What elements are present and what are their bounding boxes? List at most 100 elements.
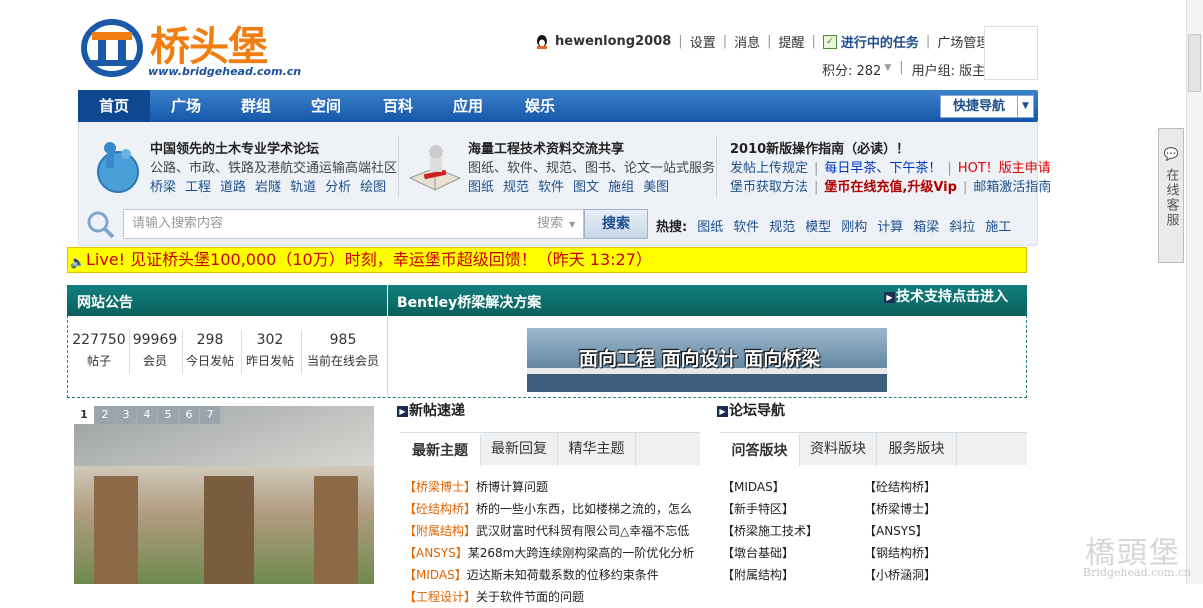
- tech-support-link[interactable]: ▶ 技术支持点击进入: [884, 286, 1008, 306]
- hot-item[interactable]: 软件: [733, 216, 759, 235]
- tasks-link[interactable]: 进行中的任务: [841, 32, 919, 51]
- promo-link-construction[interactable]: 施组: [608, 180, 634, 195]
- list-item[interactable]: 【工程设计】关于软件节面的问题: [404, 586, 696, 608]
- promo-resources-title[interactable]: 海量工程技术资料交流共享: [468, 140, 715, 159]
- search-button[interactable]: 搜索: [584, 209, 648, 239]
- forum-link[interactable]: 【附属结构】: [722, 564, 852, 586]
- guide-tea[interactable]: 每日早茶、下午茶！: [824, 159, 941, 178]
- slide-page[interactable]: 1: [74, 406, 94, 424]
- logo-brand[interactable]: 桥头堡: [150, 14, 268, 72]
- slide-page[interactable]: 7: [200, 406, 220, 424]
- username-link[interactable]: hewenlong2008: [555, 34, 671, 49]
- nav-fun[interactable]: 娱乐: [504, 90, 576, 122]
- slide-page[interactable]: 3: [116, 406, 136, 424]
- post-category[interactable]: 【MIDAS】: [404, 568, 467, 582]
- featured-slide-image[interactable]: [74, 406, 374, 584]
- forum-link[interactable]: 【新手特区】: [722, 498, 852, 520]
- scrollbar-thumb[interactable]: [1188, 34, 1201, 92]
- tab-featured[interactable]: 精华主题: [558, 433, 636, 466]
- slide-page[interactable]: 2: [95, 406, 115, 424]
- post-title[interactable]: 桥的一些小东西，比如楼梯之流的，怎么: [476, 502, 692, 516]
- promo-link-software[interactable]: 软件: [538, 180, 564, 195]
- promo-link-drawings[interactable]: 图纸: [468, 180, 494, 195]
- forum-link[interactable]: 【MIDAS】: [722, 476, 852, 498]
- guide-vip-recharge[interactable]: 堡币在线充值,升级Vip: [824, 178, 957, 197]
- promo-link-graphics[interactable]: 图文: [573, 180, 599, 195]
- online-service-button[interactable]: 💬 在线客服: [1158, 128, 1184, 263]
- hot-item[interactable]: 施工: [985, 216, 1011, 235]
- nav-home[interactable]: 首页: [78, 90, 150, 122]
- hot-item[interactable]: 规范: [769, 216, 795, 235]
- forum-link[interactable]: 【桥梁施工技术】: [722, 520, 852, 542]
- promo-link-drawing[interactable]: 绘图: [360, 180, 386, 195]
- tab-services[interactable]: 服务版块: [877, 433, 957, 466]
- post-title[interactable]: 迈达斯未知荷载系数的位移约束条件: [467, 568, 659, 582]
- forum-link[interactable]: 【ANSYS】: [864, 520, 984, 542]
- quick-nav-button[interactable]: 快捷导航 ▼: [940, 95, 1034, 118]
- post-category[interactable]: 【桥梁博士】: [404, 480, 476, 494]
- tab-latest[interactable]: 最新主题: [400, 433, 481, 466]
- search-input[interactable]: 请输入搜索内容: [123, 209, 533, 239]
- post-category[interactable]: 【附属结构】: [404, 524, 476, 538]
- reminders-link[interactable]: 提醒: [779, 32, 805, 51]
- forum-link[interactable]: 【墩台基础】: [722, 542, 852, 564]
- slide-page[interactable]: 4: [137, 406, 157, 424]
- search-type-select[interactable]: 搜索 ▼: [532, 209, 584, 239]
- logo-icon[interactable]: [80, 18, 144, 78]
- list-item[interactable]: 【砼结构桥】桥的一些小东西，比如楼梯之流的，怎么: [404, 498, 696, 520]
- list-item[interactable]: 【ANSYS】某268m大跨连续刚构梁高的一阶优化分析: [404, 542, 696, 564]
- list-item[interactable]: 【附属结构】武汉财富时代科贸有限公司△幸福不忘低: [404, 520, 696, 542]
- nav-wiki[interactable]: 百科: [362, 90, 434, 122]
- promo-forum-title[interactable]: 中国领先的土木专业学术论坛: [150, 140, 397, 159]
- nav-groups[interactable]: 群组: [220, 90, 292, 122]
- hot-item[interactable]: 刚构: [841, 216, 867, 235]
- slide-page[interactable]: 5: [158, 406, 178, 424]
- post-title[interactable]: 桥博计算问题: [476, 480, 548, 494]
- nav-plaza[interactable]: 广场: [150, 90, 222, 122]
- hot-item[interactable]: 计算: [877, 216, 903, 235]
- avatar[interactable]: [984, 26, 1038, 80]
- announcement-text[interactable]: Live! 见证桥头堡100,000（10万）时刻，幸运堡币超级回馈！（昨天 1…: [86, 250, 652, 269]
- promo-link-tunnel[interactable]: 岩隧: [255, 180, 281, 195]
- guide-coin-methods[interactable]: 堡币获取方法: [730, 178, 808, 197]
- promo-guide-title[interactable]: 2010新版操作指南（必读）！: [730, 140, 1051, 159]
- promo-link-road[interactable]: 道路: [220, 180, 246, 195]
- forum-link[interactable]: 【砼结构桥】: [864, 476, 984, 498]
- promo-link-photos[interactable]: 美图: [643, 180, 669, 195]
- post-title[interactable]: 关于软件节面的问题: [476, 590, 584, 604]
- tab-replies[interactable]: 最新回复: [481, 433, 558, 466]
- nav-space[interactable]: 空间: [290, 90, 362, 122]
- guide-moderator-apply[interactable]: HOT！版主申请: [958, 159, 1051, 178]
- list-item[interactable]: 【MIDAS】迈达斯未知荷载系数的位移约束条件: [404, 564, 696, 586]
- promo-link-specs[interactable]: 规范: [503, 180, 529, 195]
- post-title[interactable]: 武汉财富时代科贸有限公司△幸福不忘低: [476, 524, 689, 538]
- hot-item[interactable]: 图纸: [697, 216, 723, 235]
- hot-item[interactable]: 模型: [805, 216, 831, 235]
- messages-link[interactable]: 消息: [734, 32, 760, 51]
- chevron-down-icon[interactable]: ▼: [884, 60, 891, 79]
- promo-link-engineering[interactable]: 工程: [185, 180, 211, 195]
- list-item[interactable]: 【桥梁博士】桥博计算问题: [404, 476, 696, 498]
- tab-qa[interactable]: 问答版块: [720, 433, 800, 466]
- settings-link[interactable]: 设置: [690, 32, 716, 51]
- plaza-admin-link[interactable]: 广场管理: [937, 32, 989, 51]
- promo-link-bridge[interactable]: 桥梁: [150, 180, 176, 195]
- post-category[interactable]: 【砼结构桥】: [404, 502, 476, 516]
- forum-link[interactable]: 【桥梁博士】: [864, 498, 984, 520]
- bentley-banner[interactable]: 面向工程 面向设计 面向桥梁: [527, 328, 887, 392]
- post-category[interactable]: 【工程设计】: [404, 590, 476, 604]
- post-category[interactable]: 【ANSYS】: [404, 546, 468, 560]
- slide-page[interactable]: 6: [179, 406, 199, 424]
- forum-link[interactable]: 【钢结构桥】: [864, 542, 984, 564]
- hot-item[interactable]: 斜拉: [949, 216, 975, 235]
- guide-upload-rules[interactable]: 发帖上传规定: [730, 159, 808, 178]
- promo-link-rail[interactable]: 轨道: [290, 180, 316, 195]
- promo-link-analysis[interactable]: 分析: [325, 180, 351, 195]
- points-link[interactable]: 积分: 282: [822, 60, 881, 79]
- nav-apps[interactable]: 应用: [432, 90, 504, 122]
- forum-link[interactable]: 【小桥涵洞】: [864, 564, 984, 586]
- hot-item[interactable]: 箱梁: [913, 216, 939, 235]
- tab-resources[interactable]: 资料版块: [800, 433, 877, 466]
- guide-email-activate[interactable]: 邮箱激活指南: [973, 178, 1051, 197]
- announcement-banner[interactable]: 🔈 Live! 见证桥头堡100,000（10万）时刻，幸运堡币超级回馈！（昨天…: [67, 247, 1027, 273]
